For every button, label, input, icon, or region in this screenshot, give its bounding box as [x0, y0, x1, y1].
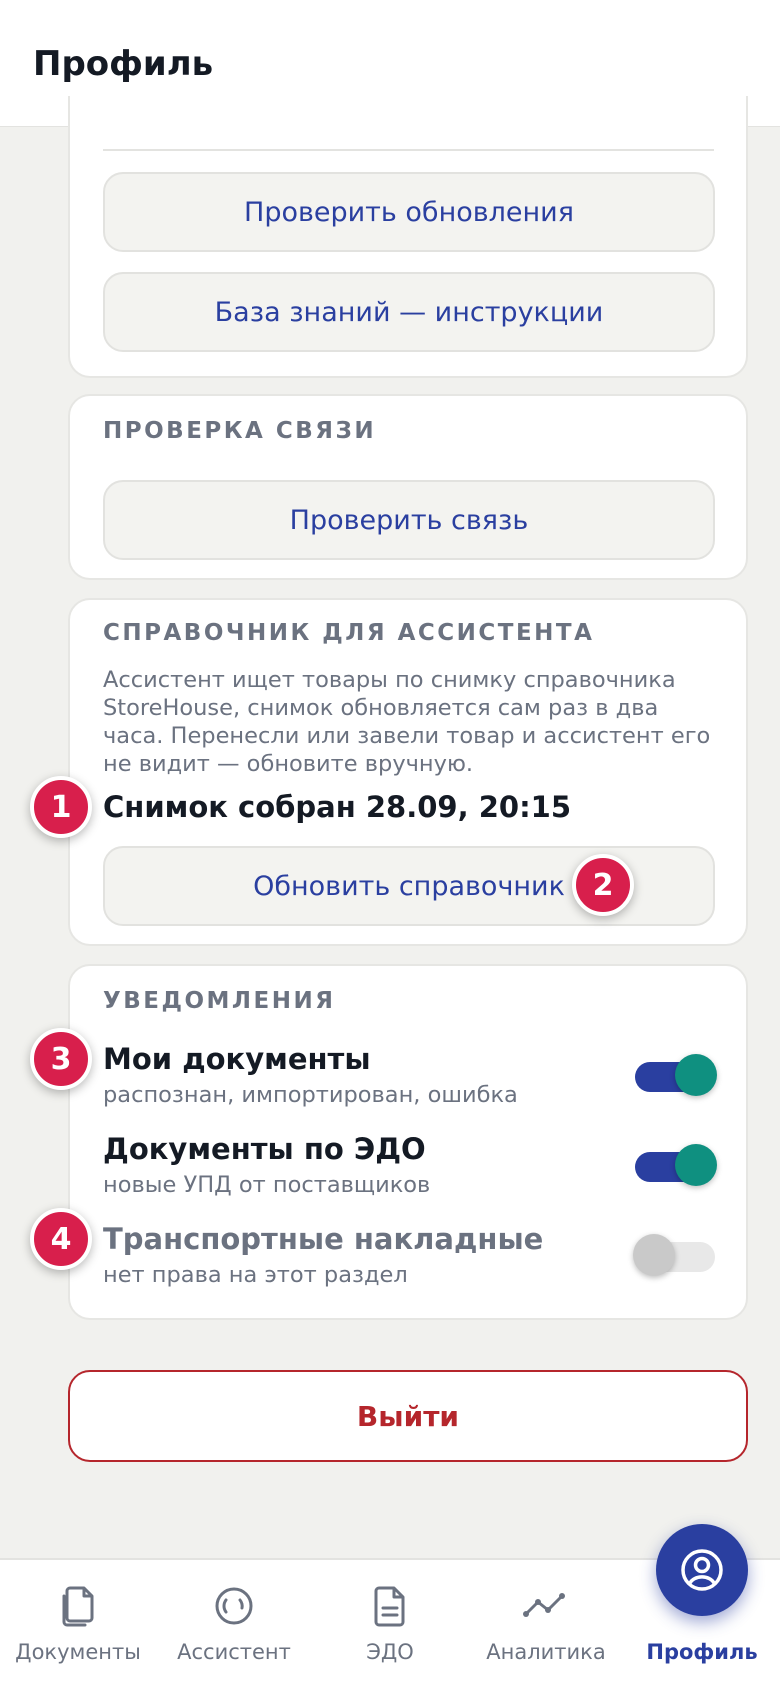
tab-label: ЭДО	[366, 1640, 414, 1664]
connection-section-title: ПРОВЕРКА СВЯЗИ	[103, 418, 377, 444]
toggle-knob	[633, 1234, 675, 1276]
tab-edo[interactable]: ЭДО	[312, 1560, 468, 1688]
snapshot-status: Снимок собран 28.09, 20:15	[103, 790, 572, 824]
reference-card: СПРАВОЧНИК ДЛЯ АССИСТЕНТА Ассистент ищет…	[68, 598, 748, 946]
edo-icon	[374, 1586, 405, 1627]
notif-edo-toggle[interactable]	[635, 1144, 717, 1186]
toggle-knob	[675, 1054, 717, 1096]
notif-edo-subtitle: новые УПД от поставщиков	[103, 1172, 431, 1198]
annotation-badge-2: 2	[572, 854, 634, 916]
notif-waybills-subtitle: нет права на этот раздел	[103, 1262, 408, 1288]
notifications-card: УВЕДОМЛЕНИЯ Мои документы распознан, имп…	[68, 964, 748, 1320]
analytics-icon	[523, 1593, 565, 1617]
knowledge-base-button[interactable]: База знаний — инструкции	[103, 272, 715, 352]
divider	[103, 149, 714, 151]
notif-my-documents-subtitle: распознан, импортирован, ошибка	[103, 1082, 518, 1108]
logout-button[interactable]: Выйти	[68, 1370, 748, 1462]
notif-my-documents-toggle[interactable]	[635, 1054, 717, 1096]
tab-analytics[interactable]: Аналитика	[468, 1560, 624, 1688]
annotation-badge-4: 4	[30, 1208, 92, 1270]
tab-label: Аналитика	[486, 1640, 606, 1664]
tab-label: Документы	[15, 1640, 141, 1664]
tab-documents[interactable]: Документы	[0, 1560, 156, 1688]
tab-label: Ассистент	[177, 1640, 291, 1664]
tab-assistant[interactable]: Ассистент	[156, 1560, 312, 1688]
page-title: Профиль	[33, 44, 214, 84]
assistant-icon	[215, 1587, 253, 1625]
updates-card: Проверить обновления База знаний — инстр…	[68, 96, 748, 378]
documents-icon	[62, 1586, 94, 1627]
tab-label: Профиль	[646, 1640, 758, 1664]
check-updates-button[interactable]: Проверить обновления	[103, 172, 715, 252]
reference-description: Ассистент ищет товары по снимку справочн…	[103, 667, 711, 777]
connection-card: ПРОВЕРКА СВЯЗИ Проверить связь	[68, 394, 748, 580]
annotation-badge-3: 3	[30, 1028, 92, 1090]
profile-fab[interactable]	[656, 1524, 748, 1616]
annotation-badge-1: 1	[30, 776, 92, 838]
notif-edo-title: Документы по ЭДО	[103, 1132, 426, 1166]
profile-icon	[681, 1549, 723, 1591]
toggle-knob	[675, 1144, 717, 1186]
check-connection-button[interactable]: Проверить связь	[103, 480, 715, 560]
reference-section-title: СПРАВОЧНИК ДЛЯ АССИСТЕНТА	[103, 620, 595, 646]
notif-my-documents-title: Мои документы	[103, 1042, 371, 1076]
notifications-section-title: УВЕДОМЛЕНИЯ	[103, 988, 336, 1014]
notif-waybills-toggle	[633, 1234, 715, 1276]
notif-waybills-title: Транспортные накладные	[103, 1222, 544, 1256]
